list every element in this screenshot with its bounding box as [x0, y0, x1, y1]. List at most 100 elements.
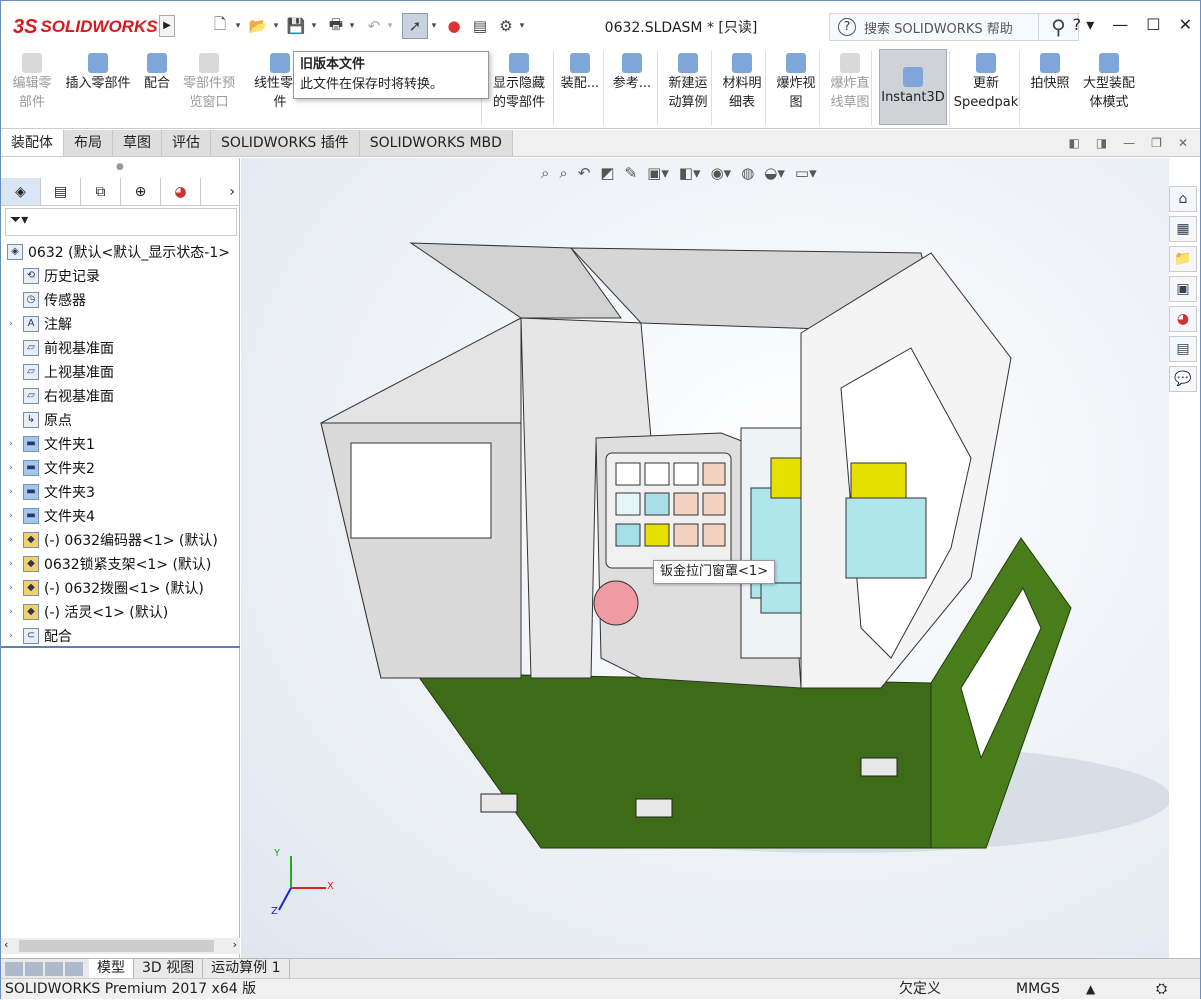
expand-arrow-icon[interactable]: › — [5, 511, 17, 521]
view-prev-icon[interactable]: ◧ — [1068, 136, 1079, 150]
last-tab-icon[interactable] — [65, 962, 83, 976]
tree-item[interactable]: › ◆ (-) 0632拨圈<1> (默认) — [1, 576, 240, 600]
options-dropdown-icon[interactable]: ▾ — [517, 13, 527, 39]
scroll-left-icon[interactable]: ‹ — [4, 938, 8, 951]
panel-grip-icon[interactable]: ● — [116, 162, 124, 172]
rebuild-traffic-light-icon[interactable]: ● — [445, 13, 463, 39]
bottom-tab-1[interactable]: 3D 视图 — [134, 959, 204, 978]
feature-manager-tab-icon[interactable]: ◈ — [1, 178, 41, 205]
select-dropdown-icon[interactable]: ▾ — [429, 13, 439, 39]
file-explorer-icon[interactable]: 📁 — [1169, 246, 1197, 272]
tree-item[interactable]: ⟲ 历史记录 — [1, 264, 240, 288]
undo-dropdown-icon[interactable]: ▾ — [385, 13, 395, 39]
solidworks-logo[interactable]: 3S SOLIDWORKS — [13, 11, 158, 43]
ribbon-button-1[interactable]: 插入零部件 — [61, 53, 135, 93]
ribbon-button-9[interactable]: 材料明 细表 — [719, 53, 765, 112]
maximize-icon[interactable]: ☐ — [1146, 15, 1160, 34]
save-icon[interactable]: 💾 — [285, 13, 307, 39]
tree-item[interactable]: › ◆ (-) 0632编码器<1> (默认) — [1, 528, 240, 552]
tree-item[interactable]: › ◆ 0632锁紧支架<1> (默认) — [1, 552, 240, 576]
open-document-icon[interactable]: 📂 — [247, 13, 269, 39]
display-manager-tab-icon[interactable]: ◕ — [161, 178, 201, 205]
ribbon-button-6[interactable]: 装配... — [557, 53, 603, 93]
ribbon-button-8[interactable]: 新建运 动算例 — [665, 53, 711, 112]
print-dropdown-icon[interactable]: ▾ — [347, 13, 357, 39]
scroll-right-icon[interactable]: › — [233, 938, 237, 951]
tab-3[interactable]: 评估 — [162, 130, 211, 156]
ribbon-button-5[interactable]: 显示隐藏 的零部件 — [489, 53, 549, 112]
tree-item[interactable]: ↳ 原点 — [1, 408, 240, 432]
file-properties-icon[interactable]: ▤ — [469, 13, 491, 39]
prev-tab-icon[interactable] — [25, 962, 43, 976]
options-gear-icon[interactable]: ⚙ — [495, 13, 517, 39]
tree-item[interactable]: ◷ 传感器 — [1, 288, 240, 312]
print-icon[interactable]: 🖶 — [325, 13, 347, 39]
tree-item[interactable]: › ▬ 文件夹3 — [1, 480, 240, 504]
select-cursor-icon[interactable]: ➚ — [402, 13, 428, 39]
view-next-icon[interactable]: ◨ — [1096, 136, 1107, 150]
custom-properties-icon[interactable]: ▤ — [1169, 336, 1197, 362]
expand-arrow-icon[interactable]: › — [5, 607, 17, 617]
expand-arrow-icon[interactable]: › — [5, 319, 17, 329]
tree-root-assembly[interactable]: ◈ 0632 (默认<默认_显示状态-1> — [1, 240, 240, 264]
tab-0[interactable]: 装配体 — [1, 130, 64, 156]
save-dropdown-icon[interactable]: ▾ — [309, 13, 319, 39]
tree-item[interactable]: › ▬ 文件夹4 — [1, 504, 240, 528]
machine-model-3d[interactable] — [241, 158, 1169, 958]
tab-5[interactable]: SOLIDWORKS MBD — [359, 130, 513, 156]
expand-arrow-icon[interactable]: › — [5, 559, 17, 569]
ribbon-button-0[interactable]: 编辑零 部件 — [9, 53, 55, 112]
tree-item[interactable]: › ⊂ 配合 — [1, 624, 240, 648]
tree-item[interactable]: ▱ 前视基准面 — [1, 336, 240, 360]
first-tab-icon[interactable] — [5, 962, 23, 976]
ribbon-button-10[interactable]: 爆炸视 图 — [773, 53, 819, 112]
ribbon-button-2[interactable]: 配合 — [141, 53, 173, 93]
panel-tabs-more-icon[interactable]: › — [201, 178, 239, 205]
expand-arrow-icon[interactable]: › — [5, 583, 17, 593]
search-input[interactable]: 搜索 SOLIDWORKS 帮助 — [864, 18, 1038, 37]
ribbon-button-13[interactable]: 更新 Speedpak — [954, 53, 1018, 112]
view-minimize-icon[interactable]: — — [1123, 136, 1135, 150]
status-tool-icon[interactable]: ⛭ — [1156, 979, 1167, 1000]
view-close-icon[interactable]: ✕ — [1178, 136, 1188, 150]
design-library-icon[interactable]: ▦ — [1169, 216, 1197, 242]
tree-filter[interactable]: ⏷▾ — [5, 208, 237, 236]
tab-2[interactable]: 草图 — [113, 130, 162, 156]
help-menu-icon[interactable]: ? ▾ — [1073, 15, 1095, 34]
expand-arrow-icon[interactable]: › — [5, 535, 17, 545]
menu-expand-arrow[interactable]: ▶ — [159, 15, 175, 37]
new-document-icon[interactable]: 🗋 — [209, 13, 231, 39]
expand-arrow-icon[interactable]: › — [5, 439, 17, 449]
next-tab-icon[interactable] — [45, 962, 63, 976]
help-search-box[interactable]: ? 搜索 SOLIDWORKS 帮助 ⚲ — [829, 13, 1079, 41]
tree-item[interactable]: › ◆ (-) 活灵<1> (默认) — [1, 600, 240, 624]
tree-item[interactable]: › A 注解 — [1, 312, 240, 336]
open-dropdown-icon[interactable]: ▾ — [271, 13, 281, 39]
close-icon[interactable]: ✕ — [1179, 15, 1192, 34]
expand-arrow-icon[interactable]: › — [5, 463, 17, 473]
ribbon-button-14[interactable]: 拍快照 — [1027, 53, 1073, 93]
expand-arrow-icon[interactable]: › — [5, 487, 17, 497]
tree-item[interactable]: › ▬ 文件夹1 — [1, 432, 240, 456]
forum-icon[interactable]: 💬 — [1169, 366, 1197, 392]
ribbon-button-3[interactable]: 零部件预 览窗口 — [179, 53, 239, 112]
view-palette-icon[interactable]: ▣ — [1169, 276, 1197, 302]
units-dropdown-icon[interactable]: ▲ — [1086, 979, 1095, 1000]
units-system[interactable]: MMGS — [1016, 979, 1060, 1000]
property-manager-tab-icon[interactable]: ▤ — [41, 178, 81, 205]
tab-4[interactable]: SOLIDWORKS 插件 — [211, 130, 360, 156]
tree-item[interactable]: ▱ 上视基准面 — [1, 360, 240, 384]
tree-item[interactable]: › ▬ 文件夹2 — [1, 456, 240, 480]
ribbon-button-11[interactable]: 爆炸直 线草图 — [827, 53, 873, 112]
undo-icon[interactable]: ↶ — [363, 13, 385, 39]
tree-item[interactable]: ▱ 右视基准面 — [1, 384, 240, 408]
graphics-area[interactable]: ⌕ ⌕ ↶ ◩ ✎ ▣▾ ◧▾ ◉▾ ◍ ◒▾ ▭▾ X Y Z — [241, 158, 1169, 958]
bottom-tab-0[interactable]: 模型 — [89, 959, 134, 978]
expand-arrow-icon[interactable]: › — [5, 631, 17, 641]
ribbon-button-15[interactable]: 大型装配 体模式 — [1079, 53, 1139, 112]
tree-horizontal-scrollbar[interactable]: ‹ › — [1, 938, 240, 954]
configuration-manager-tab-icon[interactable]: ⧉ — [81, 178, 121, 205]
new-dropdown-icon[interactable]: ▾ — [233, 13, 243, 39]
tab-1[interactable]: 布局 — [64, 130, 113, 156]
view-restore-icon[interactable]: ❐ — [1151, 136, 1162, 150]
